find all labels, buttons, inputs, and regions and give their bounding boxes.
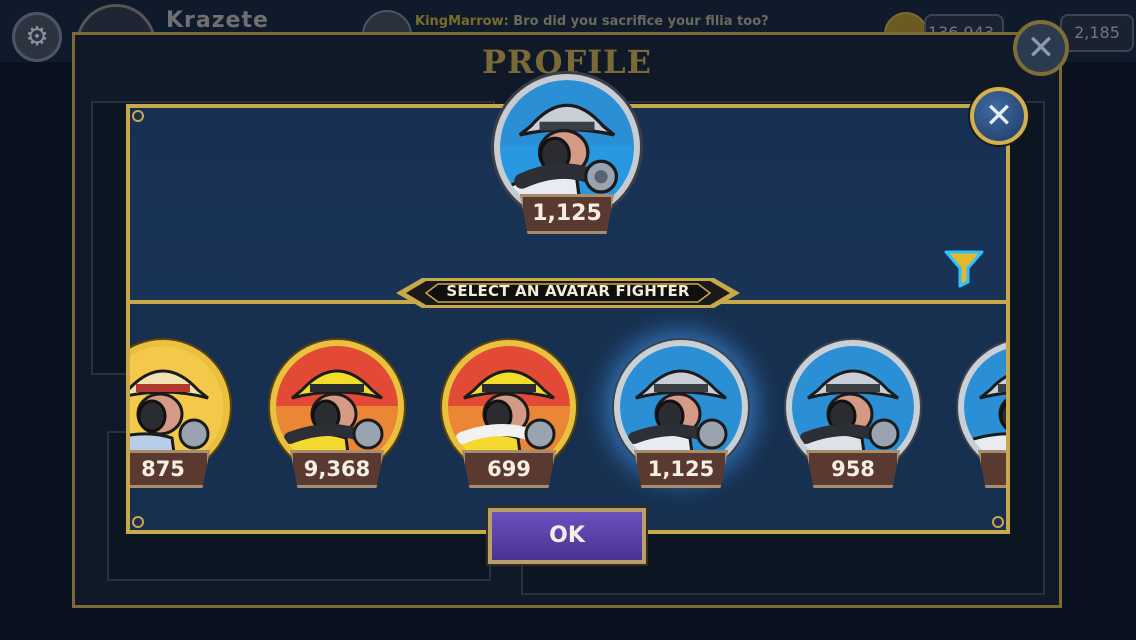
chat-message: Bro did you sacrifice your filia too?	[508, 14, 769, 29]
fighter-option[interactable]: 9,368	[270, 340, 404, 488]
corner-ornament	[132, 516, 144, 528]
fighter-portrait-icon	[964, 349, 1006, 468]
settings-gear-icon[interactable]: ⚙	[12, 12, 62, 62]
select-fighter-banner: SELECT AN AVATAR FIGHTER	[396, 278, 740, 308]
fighter-portrait-icon	[448, 346, 570, 468]
fighter-portrait-icon	[276, 346, 398, 468]
fighter-value: 875	[130, 450, 210, 488]
fighter-portrait-icon	[792, 346, 914, 468]
selected-avatar-value: 1,125	[520, 194, 614, 234]
corner-ornament	[132, 110, 144, 122]
chat-sender: KingMarrow:	[415, 14, 509, 29]
fighter-option[interactable]: 699	[442, 340, 576, 488]
profile-close-button[interactable]: ✕	[1013, 20, 1069, 76]
banner-label: SELECT AN AVATAR FIGHTER	[446, 282, 690, 300]
fighter-portrait-icon	[620, 346, 742, 468]
fighter-value: 9,368	[290, 450, 384, 488]
fighter-value: 699	[462, 450, 556, 488]
fighter-value	[978, 450, 1006, 488]
fighter-portrait-icon	[500, 80, 634, 214]
fighter-portrait-icon	[130, 346, 224, 468]
avatar-carousel[interactable]: 875 9,368 699 1,125 958	[130, 310, 1006, 510]
username: Krazete	[166, 8, 269, 33]
ok-button[interactable]: OK	[488, 508, 646, 564]
gem-counter: 2,185	[1060, 14, 1134, 52]
fighter-option[interactable]	[958, 340, 1006, 488]
fighter-option-selected[interactable]: 1,125	[614, 340, 748, 488]
filter-icon[interactable]	[943, 246, 985, 288]
corner-ornament	[992, 516, 1004, 528]
modal-close-button[interactable]: ✕	[970, 87, 1028, 145]
fighter-option[interactable]: 875	[130, 340, 230, 488]
fighter-value: 1,125	[634, 450, 728, 488]
fighter-value: 958	[806, 450, 900, 488]
fighter-option[interactable]: 958	[786, 340, 920, 488]
chat-preview[interactable]: KingMarrow: Bro did you sacrifice your f…	[415, 14, 769, 29]
